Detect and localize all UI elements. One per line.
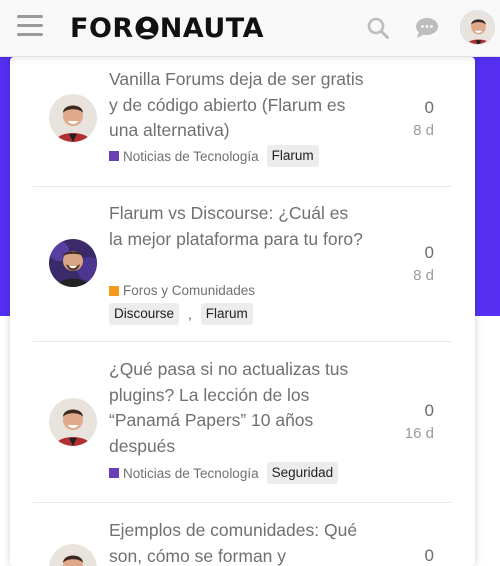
tag-badge[interactable]: Flarum xyxy=(200,303,253,325)
hamburger-icon[interactable] xyxy=(17,15,43,39)
top-navbar: FOR NAUTA xyxy=(0,0,500,57)
author-avatar[interactable] xyxy=(49,544,97,566)
tag-badge[interactable]: Discourse xyxy=(109,303,180,325)
time-ago: 8 d xyxy=(413,122,434,139)
category-color-square xyxy=(109,468,119,478)
discussion-title[interactable]: Flarum vs Discourse: ¿Cuál es la mejor p… xyxy=(109,201,365,252)
reply-count: 0 xyxy=(424,401,434,420)
reply-count: 0 xyxy=(424,243,434,262)
discussion-title[interactable]: Ejemplos de comunidades: Qué son, cómo s… xyxy=(109,518,365,566)
discussion-meta: Noticias de Tecnología Seguridad xyxy=(109,462,339,484)
discussion-title[interactable]: Vanilla Forums deja de ser gratis y de c… xyxy=(109,67,365,144)
tag-badge[interactable]: Seguridad xyxy=(266,462,339,484)
discussion-item[interactable]: Vanilla Forums deja de ser gratis y de c… xyxy=(10,57,475,187)
logo-text-left: FOR xyxy=(70,12,134,44)
author-avatar[interactable] xyxy=(49,94,97,142)
tag-separator: , xyxy=(188,306,192,322)
reply-count: 0 xyxy=(424,546,434,565)
reply-count: 0 xyxy=(424,98,434,117)
tag-badge[interactable]: Flarum xyxy=(266,145,319,167)
category-label[interactable]: Noticias de Tecnología xyxy=(123,149,259,164)
user-avatar[interactable] xyxy=(460,10,495,45)
chat-icon[interactable] xyxy=(414,16,440,40)
author-avatar[interactable] xyxy=(49,398,97,446)
discussion-meta: Noticias de Tecnología Flarum xyxy=(109,145,319,167)
discussion-item[interactable]: Ejemplos de comunidades: Qué son, cómo s… xyxy=(10,503,475,566)
time-ago: 8 d xyxy=(413,267,434,284)
discussion-item[interactable]: Flarum vs Discourse: ¿Cuál es la mejor p… xyxy=(10,187,475,342)
category-color-square xyxy=(109,285,119,296)
discussion-title[interactable]: ¿Qué pasa si no actualizas tus plugins? … xyxy=(109,357,365,459)
discussion-list: Vanilla Forums deja de ser gratis y de c… xyxy=(10,57,475,566)
category-label[interactable]: Noticias de Tecnología xyxy=(123,466,259,481)
logo-text-right: NAUTA xyxy=(159,12,264,44)
discussion-meta: Foros y Comunidades Discourse , Flarum xyxy=(109,283,329,325)
discussion-item[interactable]: ¿Qué pasa si no actualizas tus plugins? … xyxy=(10,342,475,502)
author-avatar[interactable] xyxy=(49,239,97,287)
astronaut-icon xyxy=(135,16,159,40)
site-logo[interactable]: FOR NAUTA xyxy=(70,10,264,46)
time-ago: 16 d xyxy=(404,425,434,442)
category-label[interactable]: Foros y Comunidades xyxy=(123,283,323,298)
search-icon[interactable] xyxy=(366,16,390,40)
category-color-square xyxy=(109,151,119,161)
